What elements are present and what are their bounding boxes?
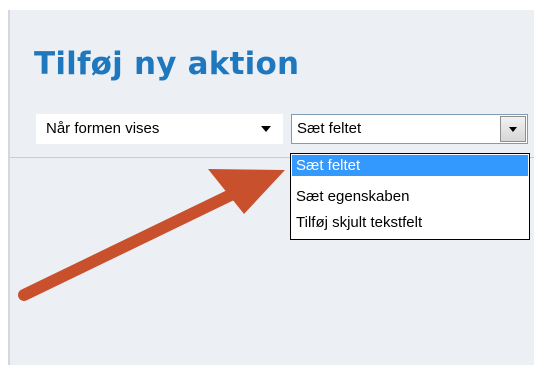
pointer-arrow-icon (18, 169, 285, 301)
